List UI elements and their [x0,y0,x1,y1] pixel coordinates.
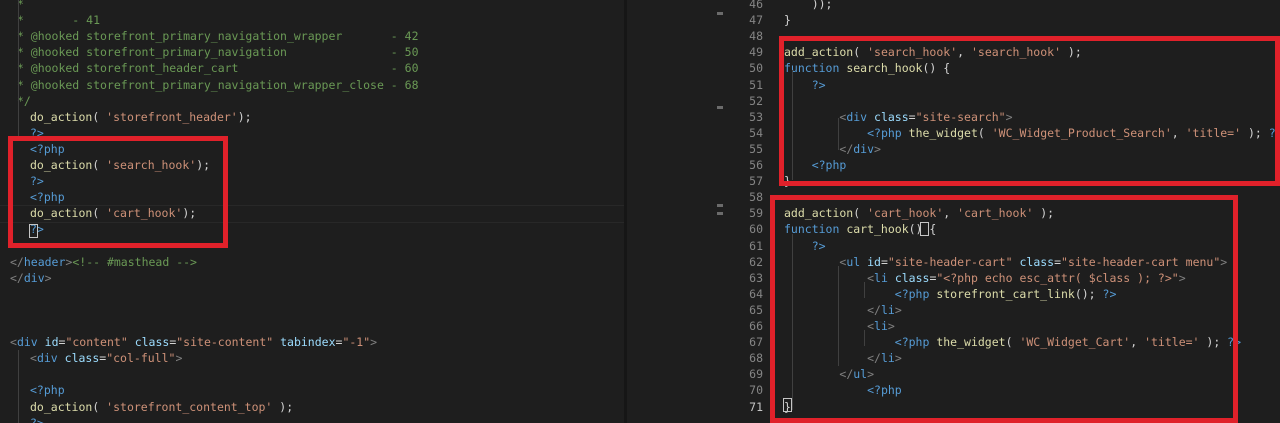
line-number: 70 [749,383,763,398]
code-token: </ [10,254,24,269]
code-token: * @hooked storefront_header_cart - 60 [10,61,419,76]
code-token: header [23,254,66,269]
code-token: */ [10,93,31,108]
code-token: "col-full" [106,351,176,366]
code-token: ( [92,399,107,414]
line-number: 46 [749,0,763,11]
code-token: > [370,335,378,350]
code-token: class [134,335,170,350]
line-number: 55 [749,141,763,156]
overview-marker [717,204,723,207]
code-line[interactable]: <?php [30,382,65,398]
code-token: div [23,270,45,285]
code-line[interactable]: </div> [10,270,52,286]
code-line[interactable]: <div class="col-full"> [30,350,182,366]
code-token: * @hooked storefront_primary_navigation … [10,45,419,60]
line-number: 56 [749,158,763,172]
code-line[interactable]: } [784,12,1280,28]
line-number: 57 [749,174,763,189]
code-line[interactable]: * [10,0,24,12]
code-token: > [175,351,183,366]
overview-marker [717,212,723,215]
code-token: ); [272,399,294,414]
overview-marker [717,12,723,15]
code-token: * @hooked storefront_primary_navigation_… [10,29,419,44]
line-number: 62 [749,254,763,269]
code-token: ( [92,109,107,124]
line-number: 50 [749,61,763,76]
code-line[interactable]: </header><!-- #masthead --> [10,254,197,270]
code-token: > [44,270,52,285]
line-number: 47 [749,13,763,28]
code-token: class [64,351,100,366]
line-number: 64 [749,286,763,301]
code-token: id [44,335,59,350]
code-line[interactable]: * @hooked storefront_primary_navigation_… [10,77,419,93]
code-token: 'storefront_header' [106,109,238,124]
code-line[interactable]: * @hooked storefront_primary_navigation … [10,44,419,60]
line-number: 58 [749,190,763,205]
code-token: <?php [30,383,65,398]
line-number: 65 [749,302,763,317]
line-number: 66 [749,319,763,333]
indent-guide [18,0,19,136]
annotation-box-search-hook [779,36,1280,186]
line-number: 48 [749,29,763,44]
line-number: 63 [749,270,763,285]
code-line[interactable]: )); [784,0,1280,12]
overview-marker [717,106,723,109]
line-number: 51 [749,77,763,92]
line-number: 49 [749,45,763,60]
line-number: 52 [749,93,763,108]
annotation-box-cart-hook [770,195,1238,423]
code-token: do_action [30,109,93,124]
code-token: < [30,351,37,366]
line-number: 54 [749,125,763,140]
code-token: * - 41 [10,13,101,28]
code-token: "site-content" [176,335,281,350]
code-token: "-1" [342,335,371,350]
code-token: * @hooked storefront_primary_navigation_… [10,77,419,92]
code-token: 'storefront_content_top' [106,399,273,414]
code-line[interactable]: ?> [30,415,44,423]
code-line[interactable]: * - 41 [10,12,100,28]
code-token: "content" [65,335,135,350]
line-number: 68 [749,351,763,366]
code-token: div [16,335,45,350]
line-number: 71 [749,399,763,414]
code-token: </ [10,270,24,285]
annotation-box-left-hooks [8,136,228,248]
code-line[interactable]: do_action( 'storefront_content_top' ); [30,399,293,415]
code-line[interactable]: * @hooked storefront_header_cart - 60 [10,60,419,76]
code-token: <!-- #masthead --> [72,254,197,269]
left-editor-pane[interactable]: * * - 41 * @hooked storefront_primary_na… [0,0,624,423]
code-line[interactable]: */ [10,93,31,109]
code-token: do_action [30,399,93,414]
code-token: tabindex [280,335,336,350]
code-token: } [784,13,791,28]
right-editor-pane[interactable]: 46 )); 47} 48 49 add_action( 'search_hook', … [627,0,1280,423]
line-number: 60 [749,222,763,237]
code-token: ); [237,109,252,124]
code-token: ?> [30,415,44,423]
code-token: * [10,0,24,11]
code-token: < [10,335,17,350]
line-number: 59 [749,206,763,221]
line-number: 53 [749,109,763,124]
line-number: 61 [749,238,763,253]
line-number: 69 [749,367,763,382]
code-line[interactable]: <div id="content" class="site-content" t… [10,334,377,350]
code-line[interactable]: do_action( 'storefront_header'); [30,109,252,125]
code-token: div [36,351,65,366]
code-token: )); [784,0,833,11]
indent-guide [18,350,19,423]
code-line[interactable]: * @hooked storefront_primary_navigation_… [10,28,419,44]
line-number: 67 [749,335,763,350]
